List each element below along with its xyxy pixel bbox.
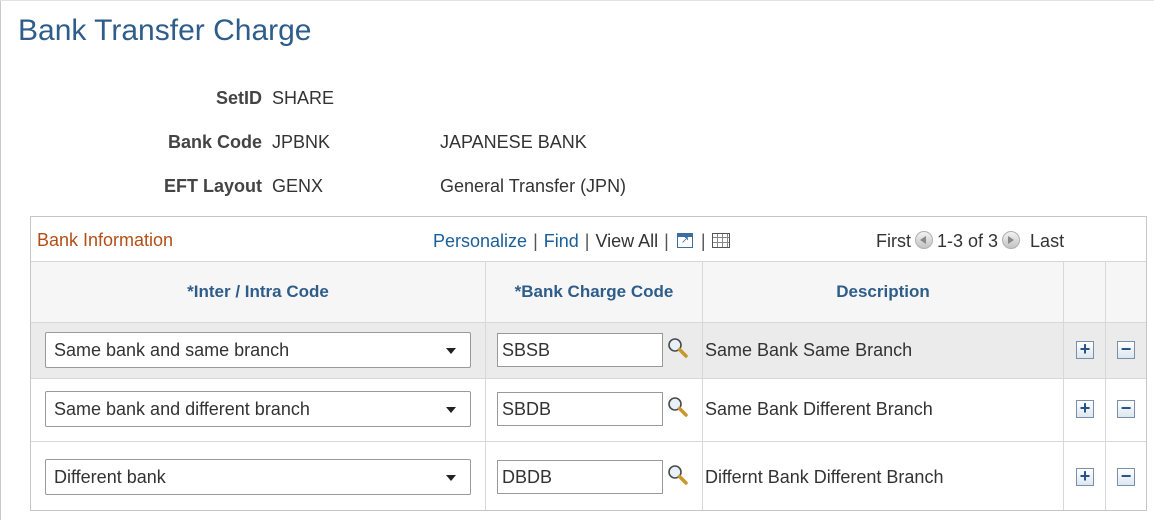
- select-value: Same bank and same branch: [54, 340, 290, 360]
- zoom-grid-icon[interactable]: [676, 233, 693, 248]
- column-header-row: *Inter / Intra Code *Bank Charge Code De…: [31, 261, 1146, 324]
- delete-row-button[interactable]: −: [1117, 340, 1135, 359]
- bank-charge-code-input[interactable]: DBDB: [497, 460, 663, 494]
- grid-toolbar: Personalize|Find|View All||: [433, 231, 730, 252]
- setid-label: SetID: [215, 88, 262, 108]
- inter-intra-code-select[interactable]: Same bank and different branch: [45, 391, 471, 427]
- first-link: First: [876, 231, 911, 251]
- find-link[interactable]: Find: [544, 231, 579, 251]
- bank-code-row: Bank Code JPBNK JAPANESE BANK: [0, 132, 700, 158]
- column-header-inter-intra-code: *Inter / Intra Code: [31, 262, 486, 324]
- separator: |: [700, 231, 706, 251]
- lookup-icon[interactable]: [667, 464, 689, 486]
- bank-information-grid: Bank Information Personalize | Find | View A…: [30, 216, 1147, 511]
- setid-row: SetID SHARE: [0, 88, 700, 114]
- inter-intra-code-select[interactable]: Different bank: [45, 459, 471, 495]
- select-value: Same bank and different branch: [54, 399, 310, 419]
- grid-pagination: First 1-3 of 3 Last: [876, 231, 1064, 252]
- table-row: Same bank and same branch SBSB Same Bank…: [31, 323, 1146, 379]
- add-row-button[interactable]: +: [1076, 399, 1094, 418]
- grid-header: Bank Information Personalize | Find | View A…: [31, 217, 1146, 261]
- eft-layout-row: EFT Layout GENX General Transfer (JPN): [0, 176, 700, 202]
- column-header-delete: [1106, 262, 1146, 324]
- separator: |: [533, 231, 538, 251]
- delete-row-button[interactable]: −: [1117, 467, 1135, 486]
- lookup-icon[interactable]: [667, 337, 689, 359]
- row-range: 1-3 of 3: [937, 231, 999, 251]
- dropdown-arrow-icon: [446, 348, 456, 354]
- setid-value: SHARE: [272, 88, 335, 108]
- description-text: Same Bank Different Branch: [705, 399, 933, 419]
- add-row-button[interactable]: +: [1076, 340, 1094, 359]
- separator: |: [584, 231, 590, 251]
- bank-charge-code-input[interactable]: SBSB: [497, 333, 663, 367]
- eft-layout-value: GENX: [272, 176, 324, 196]
- column-header-bank-charge-code: *Bank Charge Code: [486, 262, 703, 324]
- column-header-description: Description: [703, 262, 1064, 324]
- personalize-link[interactable]: Personalize: [433, 231, 527, 251]
- bank-code-value: JPBNK: [272, 132, 331, 152]
- table-row: Different bank DBDB Differnt Bank Differ…: [31, 442, 1146, 510]
- page-title: Bank Transfer Charge: [18, 14, 312, 47]
- bank-name: JAPANESE BANK: [440, 132, 587, 152]
- previous-icon[interactable]: [915, 231, 933, 249]
- eft-layout-label: EFT Layout: [164, 176, 262, 196]
- page-left-border: [0, 0, 1, 520]
- description-text: Same Bank Same Branch: [705, 340, 913, 360]
- download-spreadsheet-icon[interactable]: [711, 233, 730, 248]
- select-value: Different bank: [54, 467, 166, 487]
- lookup-icon[interactable]: [667, 396, 689, 418]
- add-row-button[interactable]: +: [1076, 467, 1094, 486]
- page-top-border: [0, 0, 1154, 1]
- bank-code-label: Bank Code: [167, 132, 262, 152]
- delete-row-button[interactable]: −: [1117, 399, 1135, 418]
- last-link: Last: [1030, 231, 1065, 251]
- view-all-link[interactable]: View All: [595, 231, 658, 251]
- bank-charge-code-input[interactable]: SBDB: [497, 392, 663, 426]
- inter-intra-code-select[interactable]: Same bank and same branch: [45, 332, 471, 368]
- eft-layout-description: General Transfer (JPN): [440, 176, 627, 196]
- separator: |: [664, 231, 669, 251]
- dropdown-arrow-icon: [446, 407, 456, 413]
- description-text: Differnt Bank Different Branch: [705, 467, 944, 487]
- dropdown-arrow-icon: [446, 475, 456, 481]
- next-icon[interactable]: [1002, 231, 1021, 249]
- column-header-add: [1064, 262, 1106, 324]
- grid-title: Bank Information: [37, 230, 174, 250]
- table-row: Same bank and different branch SBDB Same…: [31, 379, 1146, 442]
